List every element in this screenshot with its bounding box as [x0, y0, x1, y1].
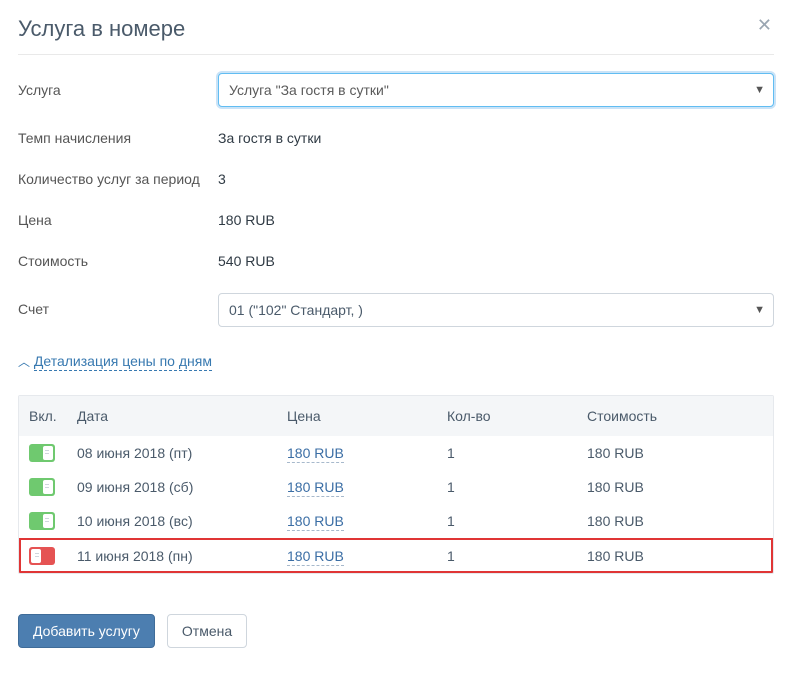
cell-date: 09 июня 2018 (сб)	[67, 470, 277, 504]
cell-price-link[interactable]: 180 RUB	[287, 479, 344, 497]
account-select-value: 01 ("102" Стандарт, )	[229, 302, 363, 318]
label-price: Цена	[18, 211, 218, 230]
label-account: Счет	[18, 300, 218, 319]
price-breakdown-toggle[interactable]: Детализация цены по дням	[34, 353, 212, 371]
cell-cost: 180 RUB	[577, 470, 773, 504]
table-row: 09 июня 2018 (сб)180 RUB1180 RUB	[19, 470, 773, 504]
breakdown-table: Вкл. Дата Цена Кол-во Стоимость 08 июня …	[18, 395, 774, 574]
row-service: Услуга Услуга "За гостя в сутки" ▼	[18, 73, 774, 107]
chevron-up-icon: ︿	[18, 355, 30, 369]
modal-title: Услуга в номере	[18, 16, 185, 42]
label-qty-period: Количество услуг за период	[18, 170, 218, 189]
service-select-value: Услуга "За гостя в сутки"	[229, 82, 389, 98]
cell-cost: 180 RUB	[577, 436, 773, 470]
cell-price-link[interactable]: 180 RUB	[287, 513, 344, 531]
account-select[interactable]: 01 ("102" Стандарт, ) ▼	[218, 293, 774, 327]
cancel-button[interactable]: Отмена	[167, 614, 247, 648]
cell-date: 11 июня 2018 (пн)	[67, 538, 277, 572]
value-cost: 540 RUB	[218, 253, 275, 269]
value-price: 180 RUB	[218, 212, 275, 228]
label-rate-type: Темп начисления	[18, 129, 218, 148]
cell-qty: 1	[437, 470, 577, 504]
table-row: 10 июня 2018 (вс)180 RUB1180 RUB	[19, 504, 773, 538]
chevron-down-icon: ▼	[754, 294, 765, 326]
row-enable-toggle[interactable]	[29, 547, 55, 565]
cell-date: 08 июня 2018 (пт)	[67, 436, 277, 470]
add-service-button[interactable]: Добавить услугу	[18, 614, 155, 648]
row-price: Цена 180 RUB	[18, 211, 774, 230]
label-cost: Стоимость	[18, 252, 218, 271]
service-modal: Услуга в номере ✕ Услуга Услуга "За гост…	[0, 0, 792, 666]
row-qty-period: Количество услуг за период 3	[18, 170, 774, 189]
col-enabled: Вкл.	[19, 396, 67, 436]
row-account: Счет 01 ("102" Стандарт, ) ▼	[18, 293, 774, 327]
cell-qty: 1	[437, 436, 577, 470]
cell-qty: 1	[437, 504, 577, 538]
value-rate-type: За гостя в сутки	[218, 130, 321, 146]
row-rate-type: Темп начисления За гостя в сутки	[18, 129, 774, 148]
row-enable-toggle[interactable]	[29, 512, 55, 530]
row-cost: Стоимость 540 RUB	[18, 252, 774, 271]
price-breakdown-label: Детализация цены по дням	[34, 353, 212, 369]
cell-date: 10 июня 2018 (вс)	[67, 504, 277, 538]
cell-qty: 1	[437, 538, 577, 572]
chevron-down-icon: ▼	[754, 74, 765, 106]
value-qty-period: 3	[218, 171, 226, 187]
col-price: Цена	[277, 396, 437, 436]
modal-toolbar: Добавить услугу Отмена	[18, 614, 774, 648]
table-header-row: Вкл. Дата Цена Кол-во Стоимость	[19, 396, 773, 436]
service-select[interactable]: Услуга "За гостя в сутки" ▼	[218, 73, 774, 107]
row-enable-toggle[interactable]	[29, 478, 55, 496]
cell-price-link[interactable]: 180 RUB	[287, 548, 344, 566]
table-row: 11 июня 2018 (пн)180 RUB1180 RUB	[19, 538, 773, 572]
row-enable-toggle[interactable]	[29, 444, 55, 462]
close-icon[interactable]: ✕	[755, 14, 774, 36]
col-cost: Стоимость	[577, 396, 773, 436]
cell-cost: 180 RUB	[577, 538, 773, 572]
col-qty: Кол-во	[437, 396, 577, 436]
col-date: Дата	[67, 396, 277, 436]
cell-cost: 180 RUB	[577, 504, 773, 538]
cell-price-link[interactable]: 180 RUB	[287, 445, 344, 463]
label-service: Услуга	[18, 81, 218, 100]
table-row: 08 июня 2018 (пт)180 RUB1180 RUB	[19, 436, 773, 470]
modal-header: Услуга в номере ✕	[18, 14, 774, 55]
